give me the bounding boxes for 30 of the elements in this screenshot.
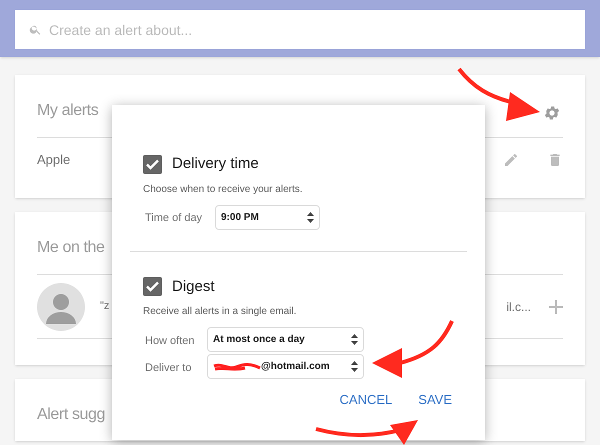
checkbox[interactable] xyxy=(143,154,162,174)
spinner-arrows-icon xyxy=(307,212,314,222)
save-button[interactable]: SAVE xyxy=(418,393,452,406)
section-description: Receive all alerts in a single email. xyxy=(143,305,298,319)
spinner-arrows-icon xyxy=(351,334,358,345)
pencil-icon[interactable] xyxy=(503,152,519,168)
card-title: Me on the xyxy=(37,239,105,256)
redaction-scribble xyxy=(213,362,261,372)
search-field[interactable]: Create an alert about... xyxy=(15,10,585,49)
field-label: Time of day xyxy=(145,212,202,224)
cancel-button[interactable]: CANCEL xyxy=(340,393,392,406)
select-field[interactable]: 9:00 PM xyxy=(215,204,320,230)
mention-text: il.c... xyxy=(506,298,531,316)
spinner-arrows-icon xyxy=(351,361,358,372)
select-field[interactable]: At most once a day xyxy=(207,327,364,352)
field-label: How often xyxy=(145,334,195,346)
card-title: My alerts xyxy=(37,102,98,119)
alert-name[interactable]: Apple xyxy=(37,150,70,170)
section-description: Choose when to receive your alerts. xyxy=(143,182,304,196)
mention-text: "z xyxy=(100,299,110,314)
section-title: Digest xyxy=(172,276,215,296)
card-title: Alert sugg xyxy=(37,406,106,423)
checkbox[interactable] xyxy=(143,277,162,296)
settings-icon[interactable] xyxy=(543,104,561,122)
avatar xyxy=(37,282,85,330)
search-icon xyxy=(29,23,42,36)
section-title: Delivery time xyxy=(172,154,259,174)
plus-icon[interactable] xyxy=(549,300,563,314)
field-label: Deliver to xyxy=(145,362,192,374)
select-field[interactable]: @hotmail.com xyxy=(207,354,364,379)
